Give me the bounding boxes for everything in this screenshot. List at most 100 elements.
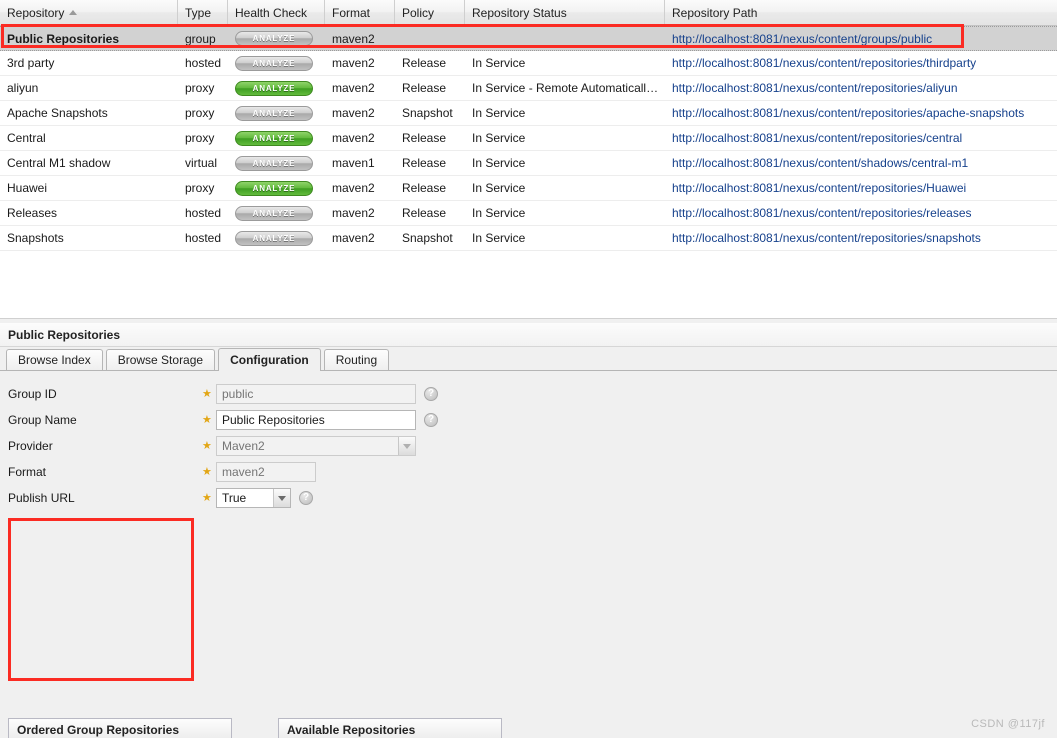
field-label: Format	[8, 465, 47, 479]
analyze-button[interactable]: ANALYZE	[235, 130, 313, 146]
chevron-down-icon[interactable]	[273, 489, 290, 507]
column-header-policy[interactable]: Policy	[395, 0, 465, 25]
cell-policy: Release	[402, 206, 447, 220]
table-row[interactable]: aliyun proxy ANALYZE maven2 Release In Servic…	[0, 76, 1057, 101]
help-icon[interactable]: ?	[299, 491, 313, 505]
cell-type: proxy	[185, 106, 215, 120]
table-row[interactable]: Apache Snapshots proxy ANALYZE maven2 Snapsh…	[0, 101, 1057, 126]
table-row[interactable]: Central M1 shadow virtual ANALYZE maven1 Rel…	[0, 151, 1057, 176]
cell-type: hosted	[185, 56, 222, 70]
repositories-grid: Repository Type Health Check Format Poli…	[0, 0, 1057, 319]
cell-path: http://localhost:8081/nexus/content/repo…	[672, 56, 977, 70]
cell-status: In Service	[472, 131, 526, 145]
column-header-type[interactable]: Type	[178, 0, 228, 25]
column-header-repository-path[interactable]: Repository Path	[665, 0, 1057, 25]
analyze-button[interactable]: ANALYZE	[235, 180, 313, 196]
field-label: Provider	[8, 439, 53, 453]
analyze-button[interactable]: ANALYZE	[235, 80, 313, 96]
cell-policy	[395, 27, 465, 50]
cell-repository: aliyun	[7, 81, 39, 95]
form-row: Format ★	[0, 459, 1057, 485]
cell-repository: Releases	[7, 206, 58, 220]
tab-routing[interactable]: Routing	[323, 349, 390, 370]
cell-status	[465, 27, 665, 50]
cell-repository: Huawei	[7, 181, 48, 195]
cell-format: maven1	[332, 156, 375, 170]
analyze-button[interactable]: ANALYZE	[235, 55, 313, 71]
table-row[interactable]: Releases hosted ANALYZE maven2 Release In Ser…	[0, 201, 1057, 226]
cell-format: maven2	[332, 106, 375, 120]
cell-repository: Snapshots	[7, 231, 64, 245]
column-header-label: Repository Status	[472, 5, 567, 20]
ordered-panel-title: Ordered Group Repositories	[9, 719, 231, 738]
tab-browse-storage[interactable]: Browse Storage	[105, 349, 216, 370]
cell-policy: Release	[402, 56, 447, 70]
group-name-input[interactable]	[216, 410, 416, 430]
help-icon[interactable]: ?	[424, 413, 438, 427]
analyze-button[interactable]: ANALYZE	[235, 230, 313, 246]
column-header-repository-status[interactable]: Repository Status	[465, 0, 665, 25]
cell-health-check: ANALYZE	[228, 226, 325, 250]
table-row[interactable]: Snapshots hosted ANALYZE maven2 Snapshot In S…	[0, 226, 1057, 251]
detail-panel-title: Public Repositories	[0, 323, 1057, 347]
column-header-repository[interactable]: Repository	[0, 0, 178, 25]
table-row[interactable]: Central proxy ANALYZE maven2 Release In Servi…	[0, 126, 1057, 151]
cell-health-check: ANALYZE	[228, 51, 325, 75]
help-icon[interactable]: ?	[424, 387, 438, 401]
cell-type: hosted	[185, 206, 222, 220]
column-header-format[interactable]: Format	[325, 0, 395, 25]
available-repositories-panel: Available Repositories 3rd partyaliyunAp…	[278, 718, 502, 738]
cell-path: http://localhost:8081/nexus/content/repo…	[672, 106, 1025, 120]
analyze-button[interactable]: ANALYZE	[235, 31, 313, 46]
required-star-icon: ★	[202, 387, 212, 400]
field-label: Group Name	[8, 413, 77, 427]
column-header-health-check[interactable]: Health Check	[228, 0, 325, 25]
cell-status: In Service	[472, 56, 526, 70]
group-id-input[interactable]	[216, 384, 416, 404]
cell-status: In Service	[472, 206, 526, 220]
provider-input[interactable]	[216, 436, 416, 456]
field-control	[216, 488, 291, 508]
cell-repository: Public Repositories	[7, 31, 120, 46]
cell-path: http://localhost:8081/nexus/content/repo…	[672, 131, 963, 145]
cell-type: group	[185, 31, 216, 46]
cell-health-check: ANALYZE	[228, 126, 325, 150]
cell-repository: Apache Snapshots	[7, 106, 108, 120]
tab-configuration[interactable]: Configuration	[218, 348, 321, 371]
tab-browse-index[interactable]: Browse Index	[6, 349, 103, 370]
cell-status: In Service - Remote Automaticall…	[472, 81, 659, 95]
grid-body: Public Repositories group ANALYZE maven2 htt…	[0, 26, 1057, 251]
cell-policy: Release	[402, 131, 447, 145]
available-panel-title: Available Repositories	[279, 719, 501, 738]
analyze-button[interactable]: ANALYZE	[235, 205, 313, 221]
table-row[interactable]: Public Repositories group ANALYZE maven2 htt…	[0, 26, 1057, 51]
cell-path: http://localhost:8081/nexus/content/repo…	[672, 231, 981, 245]
cell-path: http://localhost:8081/nexus/content/repo…	[672, 206, 972, 220]
table-row[interactable]: Huawei proxy ANALYZE maven2 Release In Servic…	[0, 176, 1057, 201]
grid-header-row: Repository Type Health Check Format Poli…	[0, 0, 1057, 26]
form-row: Publish URL ★?	[0, 485, 1057, 511]
cell-health-check: ANALYZE	[228, 176, 325, 200]
field-label: Group ID	[8, 387, 57, 401]
cell-health-check: ANALYZE	[228, 76, 325, 100]
format-input[interactable]	[216, 462, 316, 482]
cell-status: In Service	[472, 181, 526, 195]
cell-policy: Release	[402, 156, 447, 170]
cell-status: In Service	[472, 231, 526, 245]
column-header-label: Health Check	[235, 5, 308, 20]
analyze-button[interactable]: ANALYZE	[235, 105, 313, 121]
watermark: CSDN @117jf	[971, 718, 1045, 730]
cell-health-check: ANALYZE	[228, 27, 325, 50]
cell-format: maven2	[332, 81, 375, 95]
cell-type: virtual	[185, 156, 218, 170]
cell-format: maven2	[332, 181, 375, 195]
cell-status: In Service	[472, 156, 526, 170]
chevron-down-icon[interactable]	[398, 437, 415, 455]
cell-health-check: ANALYZE	[228, 101, 325, 125]
form-row: Group Name ★?	[0, 407, 1057, 433]
cell-path: http://localhost:8081/nexus/content/grou…	[672, 31, 933, 46]
analyze-button[interactable]: ANALYZE	[235, 155, 313, 171]
column-header-label: Format	[332, 5, 371, 20]
table-row[interactable]: 3rd party hosted ANALYZE maven2 Release In Se…	[0, 51, 1057, 76]
configuration-form: Group ID★?Group Name★?Provider★Format★Pu…	[0, 371, 1057, 511]
